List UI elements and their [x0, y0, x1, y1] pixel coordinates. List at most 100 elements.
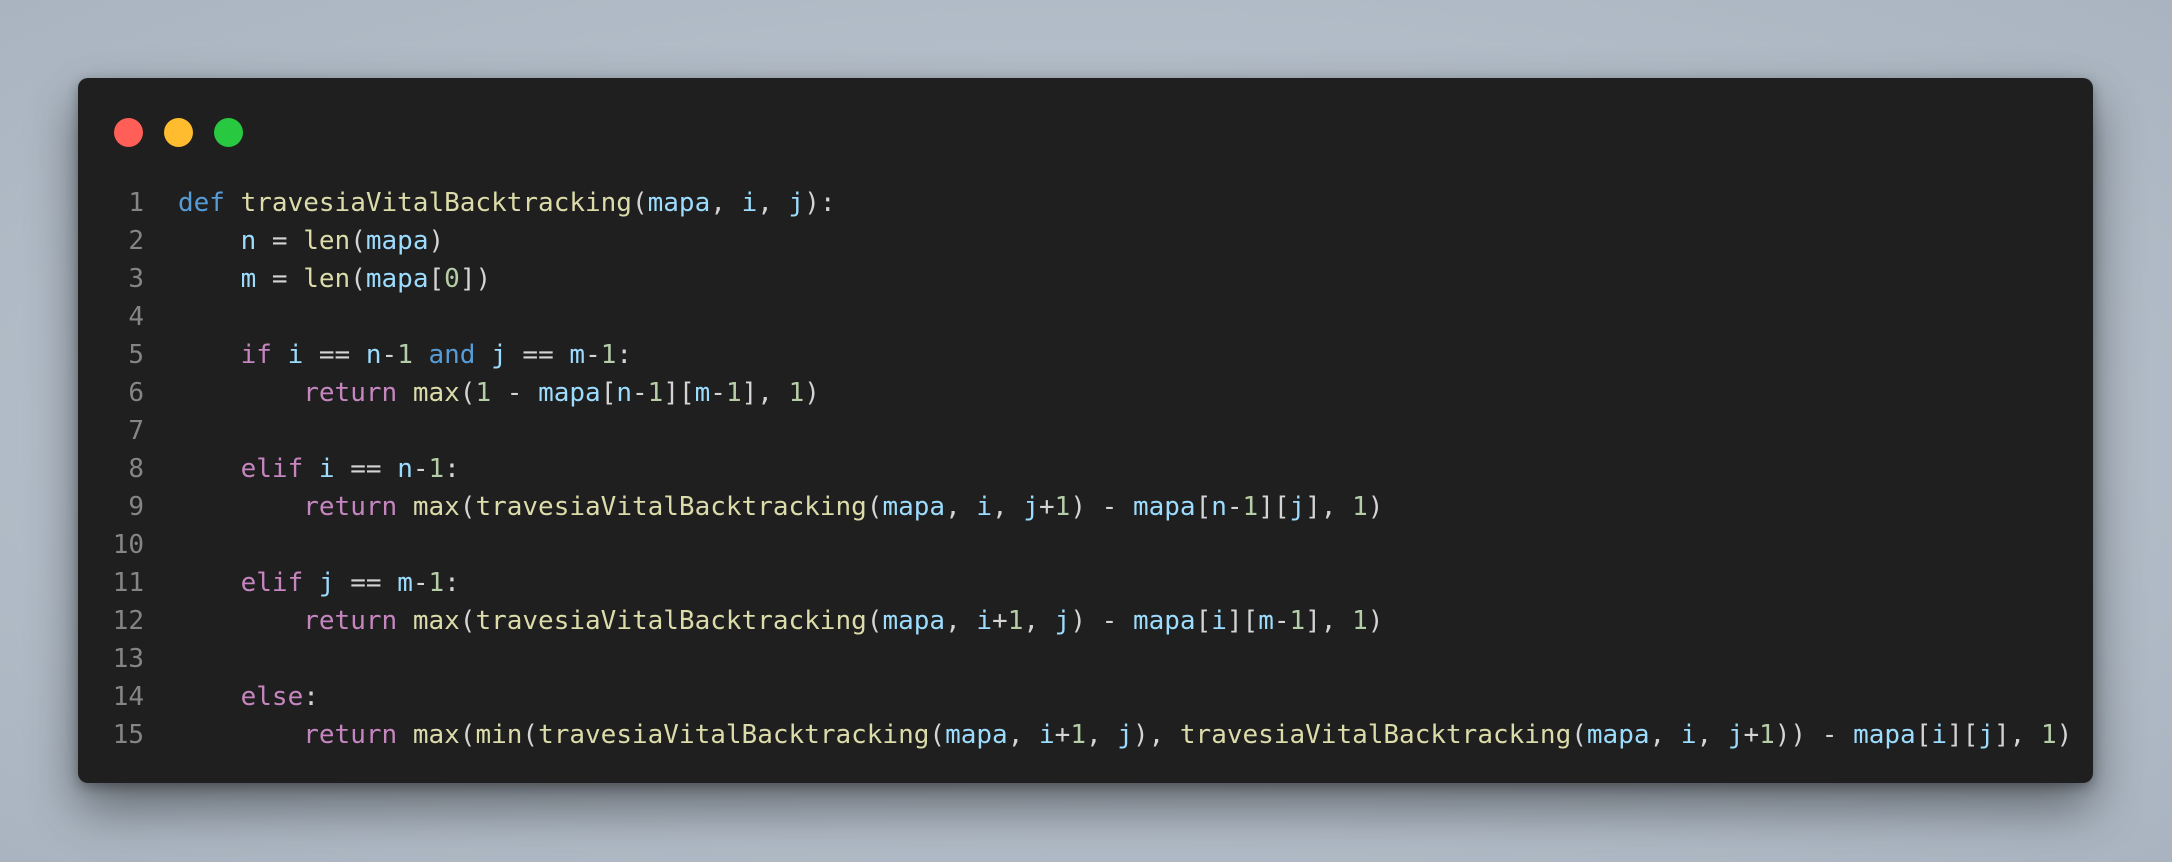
line-source: if i == n-1 and j == m-1: [178, 336, 2093, 374]
keyword-control-token: else [240, 682, 304, 712]
line-number: 8 [128, 454, 144, 484]
number-token: 0 [444, 264, 460, 294]
number-token: 1 [1054, 492, 1071, 522]
number-token: 1 [600, 340, 617, 370]
punctuation-token [178, 606, 303, 636]
punctuation-token: ( [459, 492, 476, 522]
line-number: 6 [128, 378, 144, 408]
number-token: 1 [2040, 720, 2057, 750]
punctuation-token: : [444, 568, 460, 598]
punctuation-token [178, 378, 303, 408]
punctuation-token: - [1273, 606, 1290, 636]
punctuation-token [272, 340, 288, 370]
line-source [178, 526, 2093, 564]
punctuation-token [413, 340, 429, 370]
code-line: 6 return max(1 - mapa[n-1][m-1], 1) [78, 374, 2093, 412]
variable-token: i [1931, 720, 1947, 750]
line-source: m = len(mapa[0]) [178, 260, 2093, 298]
variable-token: m [1258, 606, 1274, 636]
variable-token: n [1211, 492, 1227, 522]
number-token: 1 [1289, 606, 1306, 636]
code-window: 1 def travesiaVitalBacktracking(mapa, i, … [78, 78, 2093, 783]
keyword-control-token: if [240, 340, 272, 370]
variable-token: mapa [882, 606, 946, 636]
punctuation-token: ], [1305, 606, 1353, 636]
punctuation-token: ): [804, 188, 836, 218]
number-token: 1 [1070, 720, 1086, 750]
punctuation-token: : [303, 682, 319, 712]
variable-token: mapa [945, 720, 1008, 750]
punctuation-token: , [1649, 720, 1681, 750]
function-token: travesiaVitalBacktracking [538, 720, 930, 750]
punctuation-token: - [585, 340, 601, 370]
punctuation-token: ( [929, 720, 946, 750]
punctuation-token [303, 454, 319, 484]
variable-token: mapa [647, 188, 711, 218]
function-token: min [475, 720, 523, 750]
punctuation-token: + [1039, 492, 1055, 522]
keyword-control-token: return [303, 720, 398, 750]
number-token: 1 [725, 378, 742, 408]
punctuation-token [397, 720, 413, 750]
keyword-control-token: return [303, 492, 398, 522]
variable-token: mapa [882, 492, 946, 522]
line-number: 4 [128, 302, 144, 332]
punctuation-token: )) - [1774, 720, 1854, 750]
variable-token: j [788, 188, 805, 218]
variable-token: mapa [365, 264, 429, 294]
number-token: 1 [397, 340, 413, 370]
punctuation-token: ( [350, 226, 366, 256]
line-source: elif i == n-1: [178, 450, 2093, 488]
function-token: travesiaVitalBacktracking [240, 188, 632, 218]
variable-token: i [1211, 606, 1227, 636]
punctuation-token: ) [1367, 606, 1384, 636]
variable-token: j [1978, 720, 1994, 750]
code-line: 2 n = len(mapa) [78, 222, 2093, 260]
variable-token: n [397, 454, 413, 484]
line-number: 3 [128, 264, 144, 294]
punctuation-token: ( [459, 720, 476, 750]
variable-token: m [569, 340, 586, 370]
line-number: 11 [112, 568, 144, 598]
punctuation-token: , [1007, 720, 1039, 750]
line-number: 14 [112, 682, 144, 712]
punctuation-token: ( [866, 606, 883, 636]
punctuation-token: = [256, 264, 304, 294]
code-line: 13 [78, 640, 2093, 678]
variable-token: mapa [365, 226, 429, 256]
punctuation-token [475, 340, 491, 370]
function-token: max [412, 378, 460, 408]
punctuation-token: == [334, 568, 398, 598]
punctuation-token: - [381, 340, 398, 370]
line-number: 12 [112, 606, 144, 636]
variable-token: i [287, 340, 304, 370]
number-token: 1 [647, 378, 664, 408]
variable-token: i [318, 454, 335, 484]
punctuation-token [303, 568, 319, 598]
punctuation-token: ) [2056, 720, 2073, 750]
line-source: elif j == m-1: [178, 564, 2093, 602]
variable-token: mapa [1132, 492, 1196, 522]
close-button[interactable] [114, 118, 143, 147]
line-number: 2 [128, 226, 144, 256]
variable-token: n [616, 378, 632, 408]
punctuation-token: [ [1195, 606, 1212, 636]
variable-token: m [397, 568, 413, 598]
code-line: 14 else: [78, 678, 2093, 716]
variable-token: j [318, 568, 335, 598]
maximize-button[interactable] [214, 118, 243, 147]
variable-token: mapa [1132, 606, 1196, 636]
punctuation-token: + [992, 606, 1008, 636]
punctuation-token: , [1023, 606, 1055, 636]
punctuation-token [178, 568, 241, 598]
line-source: return max(min(travesiaVitalBacktracking… [178, 716, 2093, 754]
variable-token: m [240, 264, 257, 294]
punctuation-token: - [491, 378, 539, 408]
punctuation-token: ], [741, 378, 789, 408]
punctuation-token [397, 606, 413, 636]
punctuation-token: - [632, 378, 648, 408]
variable-token: mapa [1853, 720, 1916, 750]
punctuation-token: ][ [1947, 720, 1979, 750]
punctuation-token: + [1054, 720, 1071, 750]
minimize-button[interactable] [164, 118, 193, 147]
